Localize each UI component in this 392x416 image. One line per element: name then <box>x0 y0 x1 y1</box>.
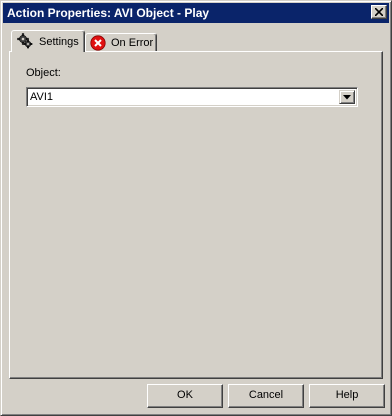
tab-settings[interactable]: Settings <box>11 30 85 52</box>
tab-on-error[interactable]: On Error <box>85 33 157 52</box>
gear-icon <box>17 33 33 49</box>
error-icon <box>90 35 106 51</box>
tab-settings-label: Settings <box>39 36 79 48</box>
object-select-value: AVI1 <box>30 91 54 103</box>
object-select-dropdown-button[interactable] <box>339 90 355 104</box>
close-icon <box>375 8 383 16</box>
chevron-down-icon <box>343 95 351 100</box>
dialog-window: Action Properties: AVI Object - Play Set… <box>0 0 392 416</box>
help-button[interactable]: Help <box>309 384 385 408</box>
object-label: Object: <box>26 67 61 79</box>
ok-button[interactable]: OK <box>147 384 223 408</box>
object-select[interactable]: AVI1 <box>26 87 358 107</box>
title-bar[interactable]: Action Properties: AVI Object - Play <box>3 3 389 23</box>
window-title: Action Properties: AVI Object - Play <box>7 6 210 20</box>
tab-on-error-label: On Error <box>111 37 154 49</box>
settings-panel: Object: AVI1 <box>9 51 383 379</box>
close-button[interactable] <box>371 5 387 19</box>
cancel-button[interactable]: Cancel <box>228 384 304 408</box>
